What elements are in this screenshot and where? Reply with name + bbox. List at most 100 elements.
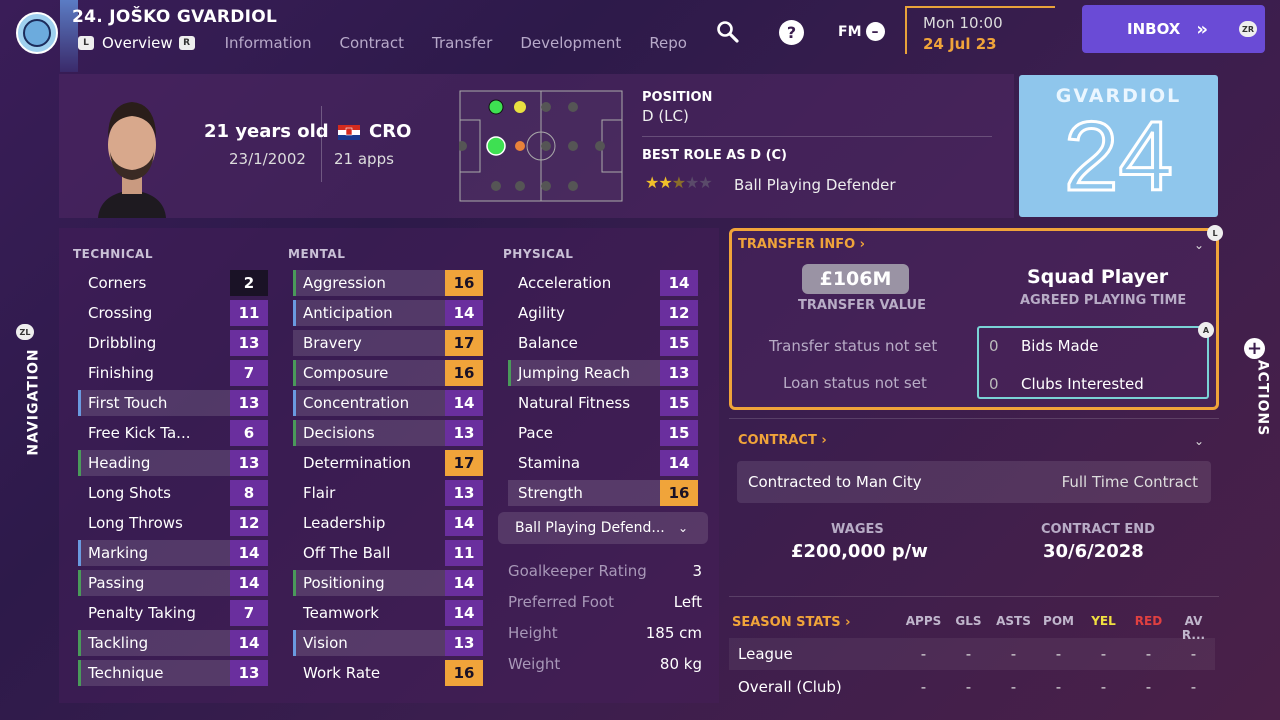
navigation-toggle[interactable]: NAVIGATION (26, 348, 42, 455)
inbox-label: INBOX (1127, 20, 1181, 38)
player-nation[interactable]: CRO (369, 121, 411, 142)
attribute-row[interactable]: Free Kick Ta... 6 (78, 420, 268, 446)
attribute-row[interactable]: Marking 14 (78, 540, 268, 566)
attribute-row[interactable]: Work Rate 16 (293, 660, 483, 686)
attribute-highlight-bar (78, 450, 81, 476)
attribute-value: 13 (230, 390, 268, 416)
contract-summary-row: Contracted to Man City Full Time Contrac… (737, 461, 1211, 503)
position-pitch-diagram[interactable] (459, 90, 623, 202)
season-stats-link[interactable]: SEASON STATS › (732, 615, 851, 630)
attribute-row[interactable]: Agility 12 (508, 300, 698, 326)
date-display[interactable]: Mon 10:00 24 Jul 23 (905, 6, 1055, 54)
best-role-value[interactable]: Ball Playing Defender (734, 176, 896, 194)
misc-value: 80 kg (659, 655, 702, 673)
attribute-row[interactable]: Long Shots 8 (78, 480, 268, 506)
attribute-row[interactable]: First Touch 13 (78, 390, 268, 416)
attribute-row[interactable]: Flair 13 (293, 480, 483, 506)
tab-overview[interactable]: Overview (102, 34, 173, 52)
loan-status: Loan status not set (783, 374, 927, 392)
attribute-name: Teamwork (303, 604, 379, 622)
wages-value: £200,000 p/w (791, 541, 928, 562)
tab-transfer[interactable]: Transfer (432, 34, 492, 52)
fm-menu-button[interactable]: FM – (838, 22, 885, 41)
attribute-value: 6 (230, 420, 268, 446)
attribute-row[interactable]: Natural Fitness 15 (508, 390, 698, 416)
player-portrait[interactable] (92, 90, 172, 218)
attribute-highlight-bar (78, 540, 81, 566)
misc-label: Height (508, 624, 558, 642)
transfer-info-link[interactable]: TRANSFER INFO › (738, 237, 865, 252)
table-row[interactable]: Overall (Club) - - - - - - - (738, 671, 1216, 703)
attribute-row[interactable]: Penalty Taking 7 (78, 600, 268, 626)
inbox-button[interactable]: INBOX » ZR (1082, 5, 1265, 53)
attribute-value: 14 (445, 510, 483, 536)
attribute-row[interactable]: Aggression 16 (293, 270, 483, 296)
attribute-row[interactable]: Finishing 7 (78, 360, 268, 386)
attribute-row[interactable]: Tackling 14 (78, 630, 268, 656)
attribute-row[interactable]: Determination 17 (293, 450, 483, 476)
attribute-row[interactable]: Off The Ball 11 (293, 540, 483, 566)
attribute-row[interactable]: Long Throws 12 (78, 510, 268, 536)
attribute-row[interactable]: Vision 13 (293, 630, 483, 656)
role-select[interactable]: Ball Playing Defend... ⌄ (498, 512, 708, 544)
tab-development[interactable]: Development (520, 34, 621, 52)
contract-link[interactable]: CONTRACT › (738, 433, 827, 448)
actions-toggle[interactable]: ACTIONS (1254, 360, 1270, 437)
attribute-row[interactable]: Stamina 14 (508, 450, 698, 476)
inbox-key: ZR (1239, 21, 1257, 37)
attribute-row[interactable]: Crossing 11 (78, 300, 268, 326)
croatia-flag-icon[interactable] (338, 125, 360, 140)
attribute-value: 13 (230, 450, 268, 476)
attribute-name: Agility (518, 304, 566, 322)
attribute-row[interactable]: Decisions 13 (293, 420, 483, 446)
attribute-row[interactable]: Dribbling 13 (78, 330, 268, 356)
attribute-row[interactable]: Corners 2 (78, 270, 268, 296)
attribute-row[interactable]: Anticipation 14 (293, 300, 483, 326)
physical-heading: PHYSICAL (503, 247, 574, 261)
chevron-down-icon[interactable]: ⌄ (1194, 238, 1204, 252)
attribute-row[interactable]: Composure 16 (293, 360, 483, 386)
table-row[interactable]: League - - - - - - - (738, 638, 1216, 670)
season-stats-title: SEASON STATS (732, 615, 841, 630)
attribute-row[interactable]: Positioning 14 (293, 570, 483, 596)
attribute-value: 17 (445, 330, 483, 356)
tab-contract[interactable]: Contract (339, 34, 404, 52)
contracted-to: Contracted to Man City (748, 473, 922, 491)
tab-reports[interactable]: Repo (649, 34, 687, 52)
tab-prev-key: L (78, 36, 94, 50)
attribute-value: 14 (230, 570, 268, 596)
chevron-down-icon[interactable]: ⌄ (1194, 434, 1204, 448)
attribute-value: 12 (660, 300, 698, 326)
search-icon[interactable] (716, 20, 740, 44)
attribute-row[interactable]: Bravery 17 (293, 330, 483, 356)
attribute-row[interactable]: Technique 13 (78, 660, 268, 686)
attribute-name: Stamina (518, 454, 581, 472)
attribute-value: 16 (445, 660, 483, 686)
transfer-value: £106M (802, 264, 909, 294)
attribute-row[interactable]: Pace 15 (508, 420, 698, 446)
tab-information[interactable]: Information (225, 34, 312, 52)
attribute-row[interactable]: Jumping Reach 13 (508, 360, 698, 386)
attribute-row[interactable]: Balance 15 (508, 330, 698, 356)
misc-label: Weight (508, 655, 561, 673)
club-badge-icon[interactable] (16, 12, 58, 54)
interest-box[interactable]: 0 Bids Made 0 Clubs Interested (977, 326, 1209, 399)
player-apps: 21 apps (334, 150, 394, 168)
attribute-row[interactable]: Heading 13 (78, 450, 268, 476)
attribute-value: 14 (230, 540, 268, 566)
bids-label: Bids Made (1021, 337, 1099, 355)
table-cell: - (1055, 678, 1062, 696)
attribute-row[interactable]: Teamwork 14 (293, 600, 483, 626)
table-cell: - (1100, 645, 1107, 663)
attribute-row[interactable]: Acceleration 14 (508, 270, 698, 296)
attribute-row[interactable]: Leadership 14 (293, 510, 483, 536)
role-star-rating: ★★★★★ (645, 173, 713, 192)
attribute-row[interactable]: Passing 14 (78, 570, 268, 596)
attribute-row[interactable]: Strength 16 (508, 480, 698, 506)
attribute-row[interactable]: Concentration 14 (293, 390, 483, 416)
help-icon[interactable]: ? (779, 20, 804, 45)
attribute-value: 14 (660, 450, 698, 476)
plus-icon[interactable]: + (1244, 338, 1265, 359)
attribute-name: Strength (518, 484, 583, 502)
attribute-name: Finishing (88, 364, 154, 382)
